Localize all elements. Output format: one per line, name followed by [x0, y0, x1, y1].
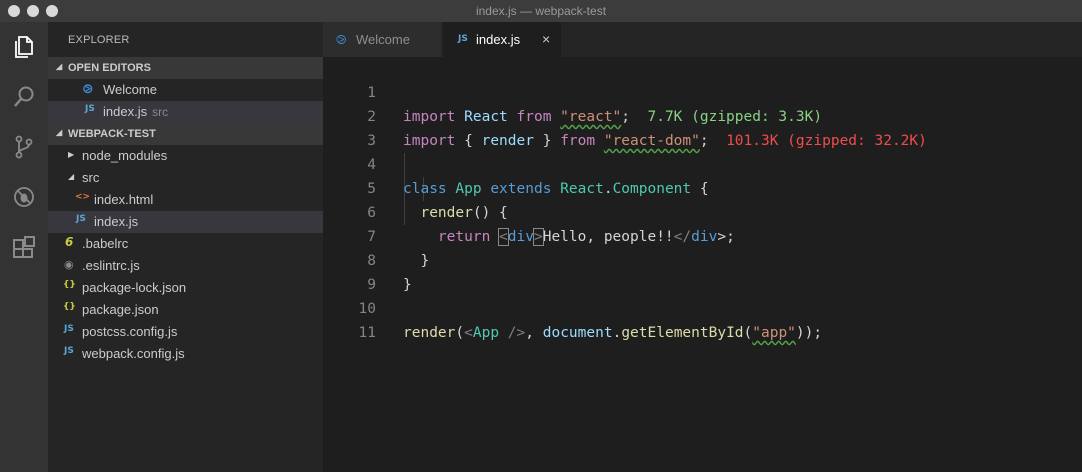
code-line: 4 class App extends React.Component { — [367, 157, 709, 197]
javascript-file-icon: JS — [64, 346, 74, 356]
code-line: 5 render() { — [367, 181, 508, 221]
tree-item-webpack-config[interactable]: JS webpack.config.js — [48, 343, 323, 365]
json-file-icon: {} — [63, 302, 76, 312]
tree-item-index-js[interactable]: JS index.js — [48, 211, 323, 233]
chevron-down-icon: ◢ — [68, 172, 75, 181]
code-line: 3 — [367, 133, 376, 149]
javascript-file-icon: JS — [458, 34, 468, 44]
open-editors-section-header[interactable]: ◢ OPEN EDITORS — [48, 57, 323, 79]
javascript-file-icon: JS — [85, 104, 95, 114]
search-icon[interactable] — [8, 81, 40, 113]
eslint-file-icon: ◉ — [64, 258, 74, 271]
extensions-icon[interactable] — [8, 231, 40, 263]
tree-item-src[interactable]: ◢ src — [48, 167, 323, 189]
json-file-icon: {} — [63, 280, 76, 290]
vscode-icon: ⧁ — [83, 82, 93, 96]
explorer-sidebar: EXPLORER ◢ OPEN EDITORS ⧁ Welcome JS ind… — [48, 22, 323, 472]
chevron-down-icon: ◢ — [56, 62, 63, 71]
tab-welcome[interactable]: ⧁ Welcome — [323, 22, 441, 57]
tree-item-postcss-config[interactable]: JS postcss.config.js — [48, 321, 323, 343]
tree-item-index-html[interactable]: <> index.html — [48, 189, 323, 211]
chevron-right-icon: ▶ — [68, 150, 75, 159]
javascript-file-icon: JS — [76, 214, 86, 224]
open-editor-item-welcome[interactable]: ⧁ Welcome — [48, 79, 323, 101]
javascript-file-icon: JS — [64, 324, 74, 334]
vscode-icon: ⧁ — [336, 32, 347, 47]
open-editor-item-index-js[interactable]: JS index.js src — [48, 101, 323, 123]
code-line: 7 } — [367, 229, 430, 269]
source-control-icon[interactable] — [8, 131, 40, 163]
tree-item-babelrc[interactable]: 6 .babelrc — [48, 233, 323, 255]
explorer-icon[interactable] — [8, 31, 40, 63]
html-file-icon: <> — [75, 192, 91, 202]
code-editor[interactable]: 1 import React from "react"; 7.7K (gzipp… — [323, 57, 1082, 472]
tree-item-eslintrc[interactable]: ◉ .eslintrc.js — [48, 255, 323, 277]
code-line: 8 } — [367, 253, 412, 293]
tree-item-package-lock-json[interactable]: {} package-lock.json — [48, 277, 323, 299]
debug-icon[interactable] — [8, 181, 40, 213]
tree-item-node-modules[interactable]: ▶ node_modules — [48, 145, 323, 167]
code-line: 6 return <div>Hello, people!!</div>; — [367, 205, 735, 246]
code-line: 10 render(<App />, document.getElementBy… — [358, 301, 823, 341]
activity-bar — [0, 22, 48, 472]
babel-file-icon: 6 — [65, 235, 74, 249]
code-line: 11 — [358, 325, 376, 341]
tab-index-js[interactable]: JS index.js × — [443, 22, 561, 57]
editor-tab-bar: ⧁ Welcome JS index.js × — [323, 22, 1082, 57]
tree-item-package-json[interactable]: {} package.json — [48, 299, 323, 321]
code-line: 9 — [367, 277, 376, 293]
code-line: 1 import React from "react"; 7.7K (gzipp… — [367, 85, 823, 125]
project-section-header[interactable]: ◢ WEBPACK-TEST — [48, 123, 323, 145]
close-tab-icon[interactable]: × — [542, 31, 550, 47]
window-title: index.js — webpack-test — [475, 4, 607, 18]
title-bar: index.js — webpack-test — [0, 0, 1082, 22]
chevron-down-icon: ◢ — [56, 128, 63, 137]
code-line: 2 import { render } from "react-dom"; 10… — [367, 109, 927, 149]
sidebar-title: EXPLORER — [68, 34, 130, 46]
